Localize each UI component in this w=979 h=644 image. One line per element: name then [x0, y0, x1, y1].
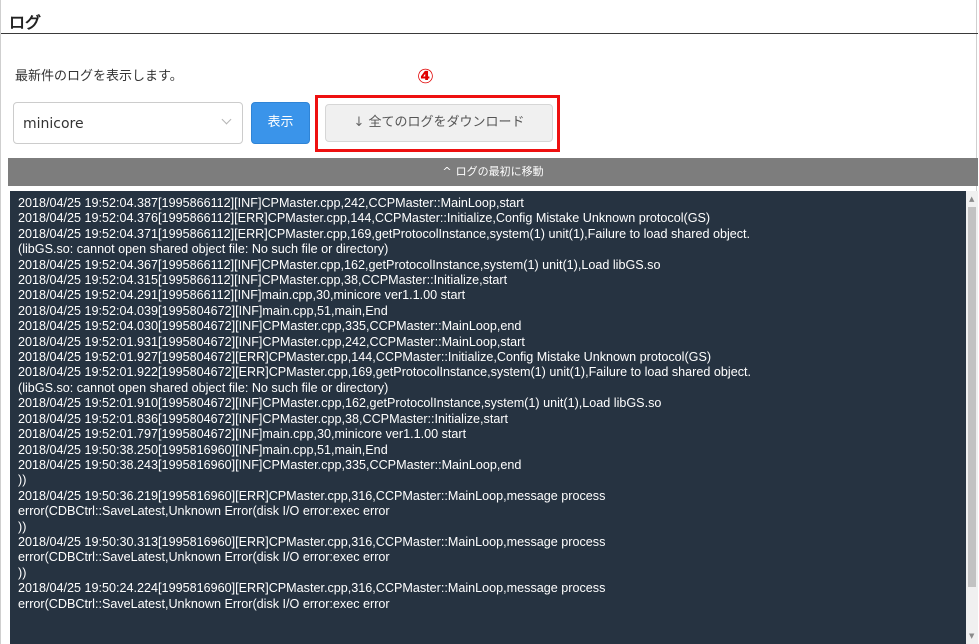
log-line: (libGS.so: cannot open shared object fil…	[18, 380, 389, 395]
show-button[interactable]: 表示	[251, 102, 310, 144]
caret-up-icon: ^	[442, 165, 452, 178]
callout-number: ④	[417, 64, 434, 88]
log-line: 2018/04/25 19:52:04.367[1995866112][INF]…	[18, 257, 661, 272]
log-line: 2018/04/25 19:50:24.224[1995816960][ERR]…	[18, 581, 606, 596]
log-line: 2018/04/25 19:52:04.291[1995866112][INF]…	[18, 288, 466, 303]
log-line: error(CDBCtrl::SaveLatest,Unknown Error(…	[18, 596, 390, 611]
log-source-select-value: minicore	[23, 116, 84, 132]
log-line: 2018/04/25 19:52:04.030[1995804672][INF]…	[18, 319, 522, 334]
log-line: 2018/04/25 19:50:36.219[1995816960][ERR]…	[18, 488, 606, 503]
log-line: ))	[18, 519, 27, 534]
log-source-select[interactable]: minicore	[13, 102, 243, 144]
log-line: 2018/04/25 19:52:01.922[1995804672][ERR]…	[18, 365, 751, 380]
log-line: ))	[18, 473, 27, 488]
title-divider	[1, 33, 978, 34]
log-line: 2018/04/25 19:52:04.376[1995866112][ERR]…	[18, 211, 711, 226]
log-page: ログ 最新件のログを表示します。 ④ minicore 表示 ↓ 全てのログをダウ…	[0, 0, 978, 644]
page-title: ログ	[9, 13, 42, 32]
log-line: 2018/04/25 19:50:38.250[1995816960][INF]…	[18, 442, 388, 457]
scroll-down-icon[interactable]: ▼	[969, 632, 974, 640]
log-line: error(CDBCtrl::SaveLatest,Unknown Error(…	[18, 550, 390, 565]
scroll-up-icon[interactable]: ▲	[969, 195, 974, 203]
page-description: 最新件のログを表示します。	[15, 69, 183, 84]
log-line: 2018/04/25 19:52:01.836[1995804672][INF]…	[18, 411, 509, 426]
scroll-thumb[interactable]	[968, 207, 976, 587]
log-line: (libGS.so: cannot open shared object fil…	[18, 242, 389, 257]
log-line: 2018/04/25 19:52:04.371[1995866112][ERR]…	[18, 226, 751, 241]
log-line: 2018/04/25 19:52:01.931[1995804672][INF]…	[18, 334, 525, 349]
log-line: 2018/04/25 19:52:01.927[1995804672][ERR]…	[18, 350, 712, 365]
log-scrollbar[interactable]: ▲ ▼	[966, 191, 978, 644]
jump-to-log-start-label: ログの最初に移動	[455, 165, 544, 178]
log-line: 2018/04/25 19:52:04.039[1995804672][INF]…	[18, 303, 388, 318]
log-lines: 2018/04/25 19:52:04.387[1995866112][INF]…	[18, 196, 968, 612]
log-output-panel[interactable]: 2018/04/25 19:52:04.387[1995866112][INF]…	[10, 191, 978, 644]
log-line: error(CDBCtrl::SaveLatest,Unknown Error(…	[18, 504, 390, 519]
log-line: 2018/04/25 19:52:01.797[1995804672][INF]…	[18, 427, 467, 442]
jump-to-log-start-bar[interactable]: ^ ログの最初に移動	[8, 158, 978, 186]
callout-highlight-box	[315, 95, 560, 152]
log-line: 2018/04/25 19:50:38.243[1995816960][INF]…	[18, 457, 522, 472]
chevron-down-icon	[221, 114, 232, 125]
log-line: 2018/04/25 19:50:30.313[1995816960][ERR]…	[18, 534, 606, 549]
log-line: 2018/04/25 19:52:04.387[1995866112][INF]…	[18, 196, 524, 210]
log-line: ))	[18, 565, 27, 580]
log-line: 2018/04/25 19:52:04.315[1995866112][INF]…	[18, 273, 508, 288]
log-line: 2018/04/25 19:52:01.910[1995804672][INF]…	[18, 396, 662, 411]
